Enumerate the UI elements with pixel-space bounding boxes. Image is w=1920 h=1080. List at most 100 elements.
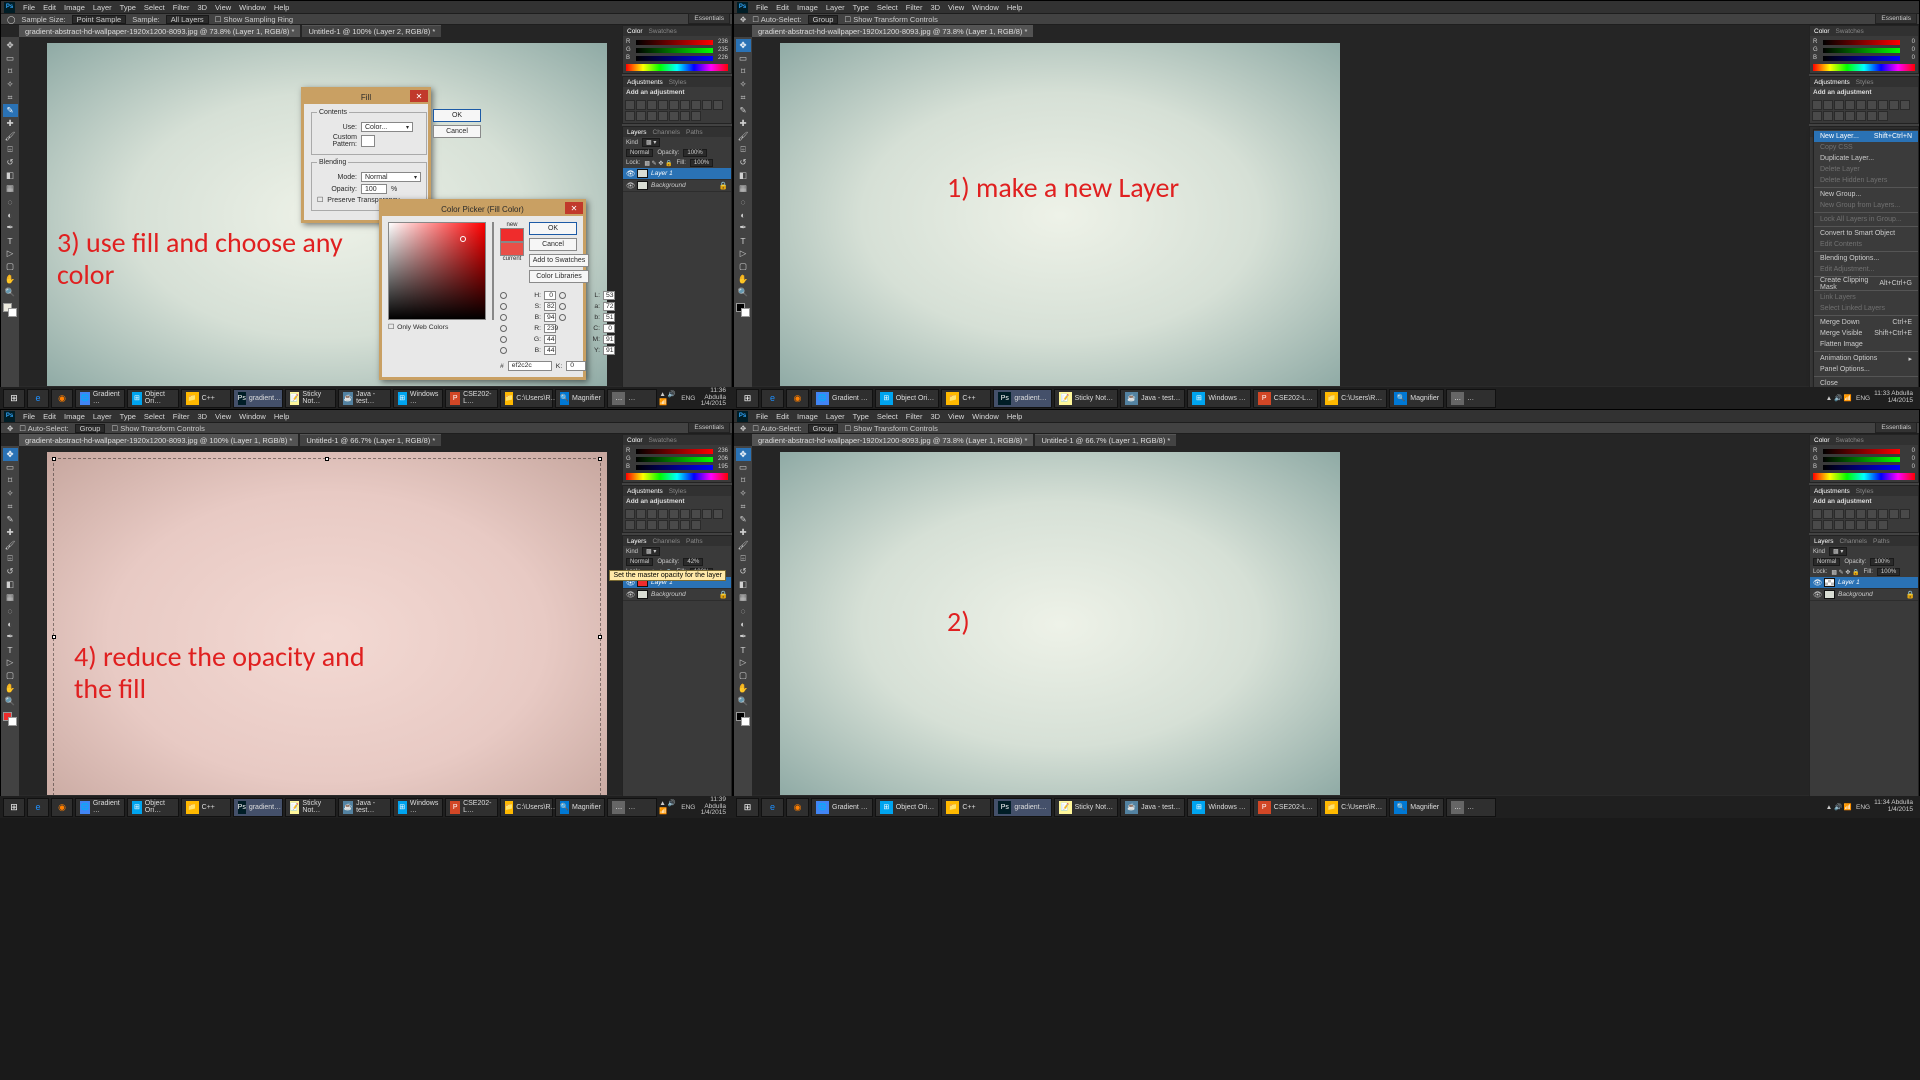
doc-tab-inactive[interactable]: Untitled-1 @ 100% (Layer 2, RGB/8) * (302, 25, 441, 37)
eraser-tool-icon[interactable]: ◧ (3, 169, 18, 182)
b-input[interactable]: 94 (544, 313, 556, 322)
taskbar-app[interactable]: ☕Java - test… (1120, 389, 1185, 408)
show-sampling-ring[interactable]: ☐ Show Sampling Ring (215, 15, 293, 24)
adjustment-icons[interactable] (623, 98, 731, 123)
close-icon[interactable]: ✕ (410, 90, 428, 102)
ctx-convert-smart-object[interactable]: Convert to Smart Object (1814, 228, 1918, 239)
system-tray[interactable]: ▲ 🔊 📶ENG11:36 Abdulla1/4/2015 (659, 388, 730, 408)
taskbar-app[interactable]: Psgradient… (233, 798, 283, 817)
zoom-tool-icon[interactable]: 🔍 (3, 286, 18, 299)
taskbar-app[interactable]: 📝Sticky Not… (1054, 798, 1119, 817)
taskbar-app[interactable]: 🌐Gradient … (75, 389, 125, 408)
taskbar-app[interactable]: 📁C:\Users\R… (1320, 389, 1387, 408)
pattern-thumb[interactable] (361, 135, 375, 147)
taskbar-app[interactable]: Psgradient… (233, 389, 283, 408)
b2-input[interactable]: 51 (603, 313, 615, 322)
preserve-transparency-checkbox[interactable]: ☐ (317, 196, 323, 204)
move-tool-icon[interactable]: ✥ (736, 39, 751, 52)
a-radio[interactable] (559, 303, 566, 310)
ok-button[interactable]: OK (433, 109, 481, 122)
lasso-tool-icon[interactable]: ⌑ (3, 65, 18, 78)
start-button[interactable]: ⊞ (736, 798, 759, 817)
canvas[interactable] (47, 452, 607, 795)
y-input[interactable]: 91 (603, 346, 615, 355)
taskbar-app[interactable]: 🌐Gradient … (811, 389, 873, 408)
taskbar-app[interactable]: …… (607, 389, 657, 408)
s-input[interactable]: 82 (544, 302, 556, 311)
menu-type[interactable]: Type (120, 3, 136, 12)
doc-tab-active[interactable]: gradient-abstract-hd-wallpaper-1920x1200… (19, 25, 300, 37)
s-radio[interactable] (500, 303, 507, 310)
close-icon[interactable]: ✕ (565, 202, 583, 214)
shape-tool-icon[interactable]: ▢ (3, 260, 18, 273)
l-input[interactable]: 53 (603, 291, 615, 300)
taskbar-app[interactable]: PCSE202-L… (445, 798, 497, 817)
heal-tool-icon[interactable]: ✚ (3, 117, 18, 130)
marquee-tool-icon[interactable]: ▭ (3, 52, 18, 65)
g-radio[interactable] (500, 336, 507, 343)
menubar[interactable]: Ps FileEditImageLayerTypeSelectFilter3DV… (734, 1, 1919, 13)
canvas[interactable] (780, 452, 1340, 795)
taskbar-app[interactable]: 🔍Magnifier (1389, 389, 1444, 408)
bv-input[interactable]: 44 (544, 346, 556, 355)
taskbar-app[interactable]: ☕Java - test… (338, 798, 390, 817)
taskbar-app[interactable]: …… (1446, 389, 1496, 408)
taskbar-app[interactable]: ⊞Windows … (393, 798, 444, 817)
tab-adjustments[interactable]: Adjustments (627, 79, 663, 86)
taskbar-app[interactable]: 📝Sticky Not… (285, 389, 337, 408)
taskbar-app[interactable]: 📝Sticky Not… (285, 798, 337, 817)
menu-filter[interactable]: Filter (173, 3, 190, 12)
tab-styles[interactable]: Styles (669, 79, 687, 86)
taskbar-app[interactable]: ⊞Windows … (1187, 389, 1250, 408)
menu-select[interactable]: Select (144, 3, 165, 12)
start-button[interactable]: ⊞ (736, 389, 759, 408)
workspace-switcher[interactable]: Essentials (688, 13, 730, 24)
workspace-switcher[interactable]: Essentials (1875, 13, 1917, 24)
lang-indicator[interactable]: ENG (681, 395, 695, 402)
lang-indicator[interactable]: ENG (1856, 395, 1870, 402)
taskbar-app[interactable]: 🔍Magnifier (555, 389, 605, 408)
taskbar[interactable]: ⊞e◉🌐Gradient …⊞Object Ori…📁C++Psgradient… (733, 387, 1920, 409)
ctx-flatten[interactable]: Flatten Image (1814, 339, 1918, 350)
k-input[interactable]: 0 (566, 361, 586, 371)
taskbar-app[interactable]: …… (607, 798, 657, 817)
layer-row[interactable]: 👁Layer 1 (623, 168, 731, 180)
eyedropper-tool-icon[interactable]: ✎ (3, 104, 18, 117)
ctx-new-group[interactable]: New Group... (1814, 189, 1918, 200)
taskbar-app[interactable]: 📁C++ (941, 798, 991, 817)
lang-indicator[interactable]: ENG (681, 804, 695, 811)
use-select[interactable]: Color... (361, 122, 413, 132)
menu-file[interactable]: File (23, 3, 35, 12)
ok-button[interactable]: OK (529, 222, 577, 235)
stamp-tool-icon[interactable]: ⌹ (3, 143, 18, 156)
autoselect-select[interactable]: Group (808, 15, 839, 24)
taskbar-app[interactable]: 🌐Gradient … (75, 798, 125, 817)
ctx-merge-down[interactable]: Merge DownCtrl+E (1814, 317, 1918, 328)
layer-row[interactable]: 👁Background🔒 (623, 589, 731, 601)
hand-tool-icon[interactable]: ✋ (3, 273, 18, 286)
start-button[interactable]: ⊞ (3, 798, 25, 817)
taskbar-app[interactable]: 📁C++ (941, 389, 991, 408)
move-tool-icon[interactable]: ✥ (3, 39, 18, 52)
taskbar[interactable]: ⊞e◉🌐Gradient …⊞Object Ori…📁C++Psgradient… (0, 387, 733, 409)
tab-layers[interactable]: Layers (627, 129, 647, 136)
tab-color[interactable]: Color (627, 28, 643, 35)
g-input[interactable]: 44 (544, 335, 556, 344)
layers-context-menu[interactable]: New Layer...Shift+Ctrl+N Copy CSS Duplic… (1813, 129, 1919, 402)
path-tool-icon[interactable]: ▷ (3, 247, 18, 260)
taskbar-app[interactable]: 🔍Magnifier (1389, 798, 1444, 817)
taskbar-app[interactable]: 📁C:\Users\R… (1320, 798, 1387, 817)
menu-image[interactable]: Image (64, 3, 85, 12)
ctx-duplicate[interactable]: Duplicate Layer... (1814, 153, 1918, 164)
taskbar-app[interactable]: ⊞Object Ori… (875, 389, 940, 408)
eye-icon[interactable]: 👁 (626, 169, 634, 178)
ctx-merge-visible[interactable]: Merge VisibleShift+Ctrl+E (1814, 328, 1918, 339)
taskbar-app[interactable]: 🔍Magnifier (555, 798, 605, 817)
picker-cursor[interactable] (460, 236, 466, 242)
ie-icon[interactable]: e (761, 389, 784, 408)
ctx-new-layer[interactable]: New Layer...Shift+Ctrl+N (1814, 131, 1918, 142)
taskbar-app[interactable]: 📁C:\Users\R… (500, 798, 554, 817)
taskbar-app[interactable]: ☕Java - test… (1120, 798, 1185, 817)
ie-icon[interactable]: e (761, 798, 784, 817)
menu-view[interactable]: View (215, 3, 231, 12)
